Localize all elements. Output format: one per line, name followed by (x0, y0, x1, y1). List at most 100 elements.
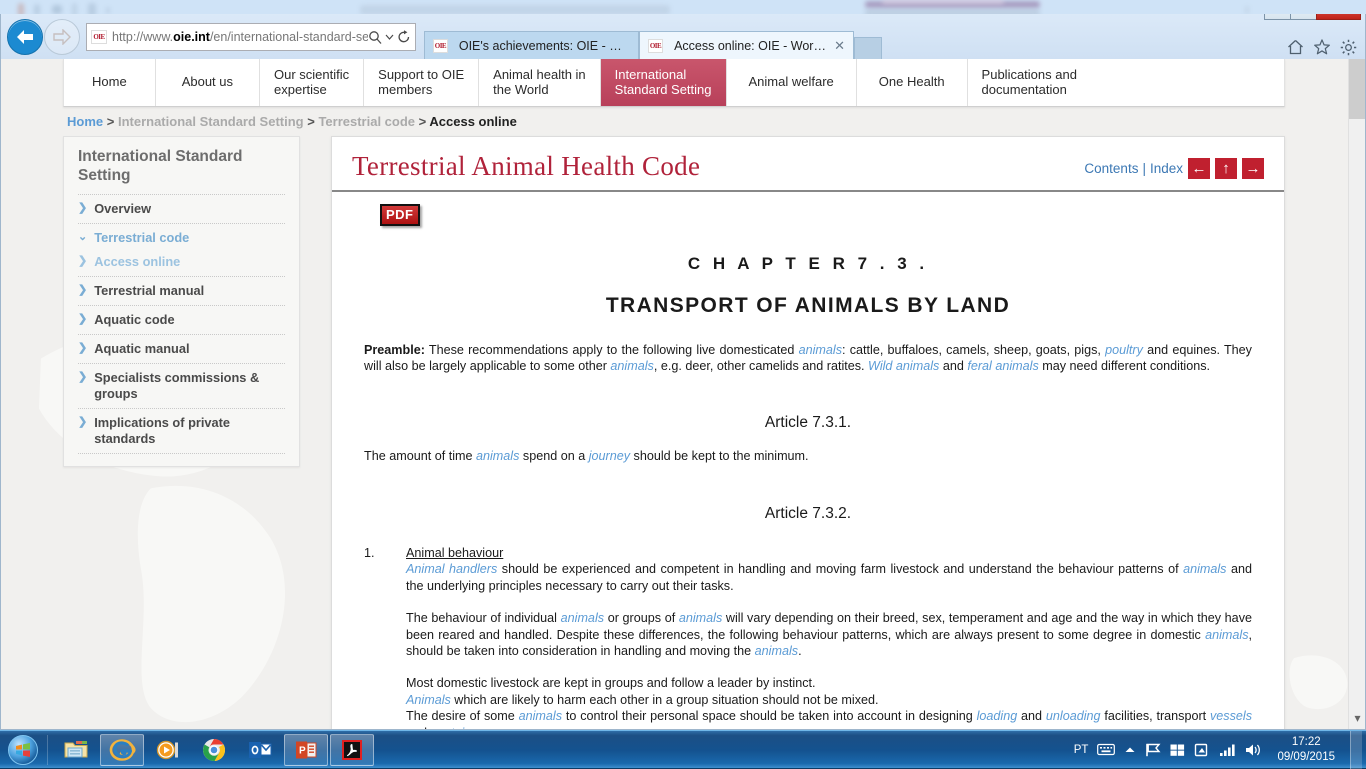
browser-tab-2[interactable]: OIE Access online: OIE - World ... ✕ (639, 31, 854, 59)
scroll-down-icon[interactable]: ▾ (1349, 711, 1365, 725)
new-tab-button[interactable] (854, 37, 882, 59)
close-button[interactable]: ✕ (1316, 14, 1361, 20)
refresh-icon[interactable] (397, 30, 411, 44)
chevron-right-icon: ❯ (78, 283, 87, 299)
sidebar-item-aquatic-manual[interactable]: ❯ Aquatic manual (78, 334, 285, 363)
sidebar-item-overview[interactable]: ❯ Overview (78, 194, 285, 223)
favorites-star-icon[interactable] (1313, 39, 1331, 55)
sidebar-item-aquatic-code[interactable]: ❯ Aquatic code (78, 305, 285, 334)
start-button[interactable] (2, 733, 44, 767)
sidebar-subitem-access-online[interactable]: ❯ Access online (78, 252, 285, 276)
breadcrumb-level-3[interactable]: Terrestrial code (318, 114, 415, 129)
breadcrumb-level-2[interactable]: International Standard Setting (118, 114, 304, 129)
term-animals[interactable]: Animals (406, 693, 451, 707)
taskbar-powerpoint-button[interactable]: P (284, 734, 328, 766)
minimize-button[interactable]: — (1264, 14, 1291, 20)
sidebar-item-implications-of-private-standards[interactable]: ❯ Implications of private standards (78, 408, 285, 453)
chevron-down-icon[interactable] (385, 30, 394, 44)
scrollbar-thumb[interactable] (1349, 59, 1365, 119)
paragraph-3-line-3: The desire of some animals to control th… (406, 708, 1252, 729)
system-tray: PT 17:22 09/09/2015 (1074, 731, 1366, 769)
back-arrow-icon (15, 29, 35, 45)
home-icon[interactable] (1287, 39, 1304, 55)
taskbar-clock[interactable]: 17:22 09/09/2015 (1271, 735, 1341, 764)
term-animals[interactable]: animals (519, 709, 562, 723)
pdf-row: PDF (332, 192, 1284, 226)
article-text: spend on a (519, 449, 588, 463)
browser-tabs: OIE OIE's achievements: OIE - Worl... OI… (424, 14, 882, 59)
term-animal-handlers[interactable]: Animal handlers (406, 562, 497, 576)
signal-bars-icon[interactable] (1219, 743, 1236, 757)
term-loading[interactable]: loading (977, 709, 1018, 723)
volume-icon[interactable] (1245, 743, 1262, 757)
taskbar-chrome-button[interactable] (192, 734, 236, 766)
show-desktop-button[interactable] (1350, 731, 1362, 769)
pdf-download-button[interactable]: PDF (380, 204, 420, 226)
sidebar-item-label: Terrestrial code (94, 230, 189, 246)
contents-link[interactable]: Contents (1084, 161, 1138, 176)
term-animals[interactable]: animals (679, 611, 722, 625)
term-wild-animals[interactable]: Wild animals (868, 359, 939, 373)
search-icon[interactable] (368, 30, 382, 44)
term-animals[interactable]: animals (1183, 562, 1226, 576)
next-arrow-icon[interactable]: → (1242, 158, 1264, 179)
nav-item-animal-welfare[interactable]: Animal welfare (727, 59, 857, 106)
up-arrow-icon[interactable]: ↑ (1215, 158, 1237, 179)
term-animals[interactable]: animals (610, 359, 653, 373)
paragraph-3-line-2: Animals which are likely to harm each ot… (406, 692, 1252, 709)
browser-tab-1[interactable]: OIE OIE's achievements: OIE - Worl... (424, 31, 639, 59)
term-containers[interactable]: containers (431, 726, 489, 729)
nav-item-home[interactable]: Home (64, 59, 156, 106)
page-scrollbar[interactable]: ▾ (1348, 59, 1365, 729)
taskbar-file-explorer-button[interactable] (54, 734, 98, 766)
nav-item-our-scientific-expertise[interactable]: Our scientific expertise (260, 59, 364, 106)
breadcrumb-separator: > (307, 114, 315, 129)
nav-item-about-us[interactable]: About us (156, 59, 260, 106)
paragraph-text: facilities, transport (1101, 709, 1210, 723)
chevron-right-icon: ❯ (78, 312, 87, 328)
sidebar-item-specialists-commissions-groups[interactable]: ❯ Specialists commissions & groups (78, 363, 285, 408)
breadcrumb-home[interactable]: Home (67, 114, 103, 129)
index-link[interactable]: Index (1150, 161, 1183, 176)
nav-item-animal-health-in-the-world[interactable]: Animal health in the World (479, 59, 601, 106)
sidebar-item-label: Aquatic code (94, 312, 174, 328)
action-center-flag-icon[interactable] (1145, 743, 1161, 757)
windows-update-icon[interactable] (1170, 743, 1185, 757)
previous-arrow-icon[interactable]: ← (1188, 158, 1210, 179)
preamble-text: These recommendations apply to the follo… (425, 343, 799, 357)
term-animals[interactable]: animals (799, 343, 842, 357)
term-vessels[interactable]: vessels (1210, 709, 1252, 723)
settings-gear-icon[interactable] (1340, 39, 1357, 56)
tray-language-indicator[interactable]: PT (1074, 744, 1089, 756)
term-animals[interactable]: animals (476, 449, 519, 463)
sidebar-item-terrestrial-manual[interactable]: ❯ Terrestrial manual (78, 276, 285, 305)
term-animals[interactable]: animals (1205, 628, 1248, 642)
chevron-up-icon[interactable] (1124, 745, 1136, 755)
navigation-buttons (5, 19, 80, 55)
maximize-button[interactable]: ❐ (1290, 14, 1317, 20)
close-icon[interactable]: ✕ (834, 38, 845, 54)
taskbar-outlook-button[interactable] (238, 734, 282, 766)
address-bar[interactable]: OIE http://www.oie.int/en/international-… (86, 23, 416, 51)
network-icon[interactable] (1194, 743, 1210, 757)
back-button[interactable] (7, 19, 43, 55)
term-unloading[interactable]: unloading (1046, 709, 1101, 723)
nav-item-support-to-oie-members[interactable]: Support to OIE members (364, 59, 479, 106)
nav-item-one-health[interactable]: One Health (857, 59, 968, 106)
nav-item-publications-and-documentation[interactable]: Publications and documentation (968, 59, 1091, 106)
taskbar-internet-explorer-button[interactable] (100, 734, 144, 766)
term-poultry[interactable]: poultry (1105, 343, 1143, 357)
sidebar-item-label: Implications of private standards (94, 415, 285, 447)
sidebar-item-terrestrial-code[interactable]: ⌄ Terrestrial code (78, 223, 285, 252)
keyboard-icon[interactable] (1097, 743, 1115, 756)
term-animals[interactable]: animals (755, 644, 798, 658)
document-body: C H A P T E R 7 . 3 . TRANSPORT OF ANIMA… (332, 254, 1284, 729)
term-feral-animals[interactable]: feral animals (967, 359, 1038, 373)
taskbar-acrobat-button[interactable] (330, 734, 374, 766)
forward-button[interactable] (44, 19, 80, 55)
document-panel: Terrestrial Animal Health Code Contents … (331, 136, 1285, 729)
nav-item-international-standard-setting[interactable]: International Standard Setting (601, 59, 727, 106)
taskbar-media-player-button[interactable] (146, 734, 190, 766)
term-journey[interactable]: journey (589, 449, 630, 463)
term-animals[interactable]: animals (561, 611, 604, 625)
